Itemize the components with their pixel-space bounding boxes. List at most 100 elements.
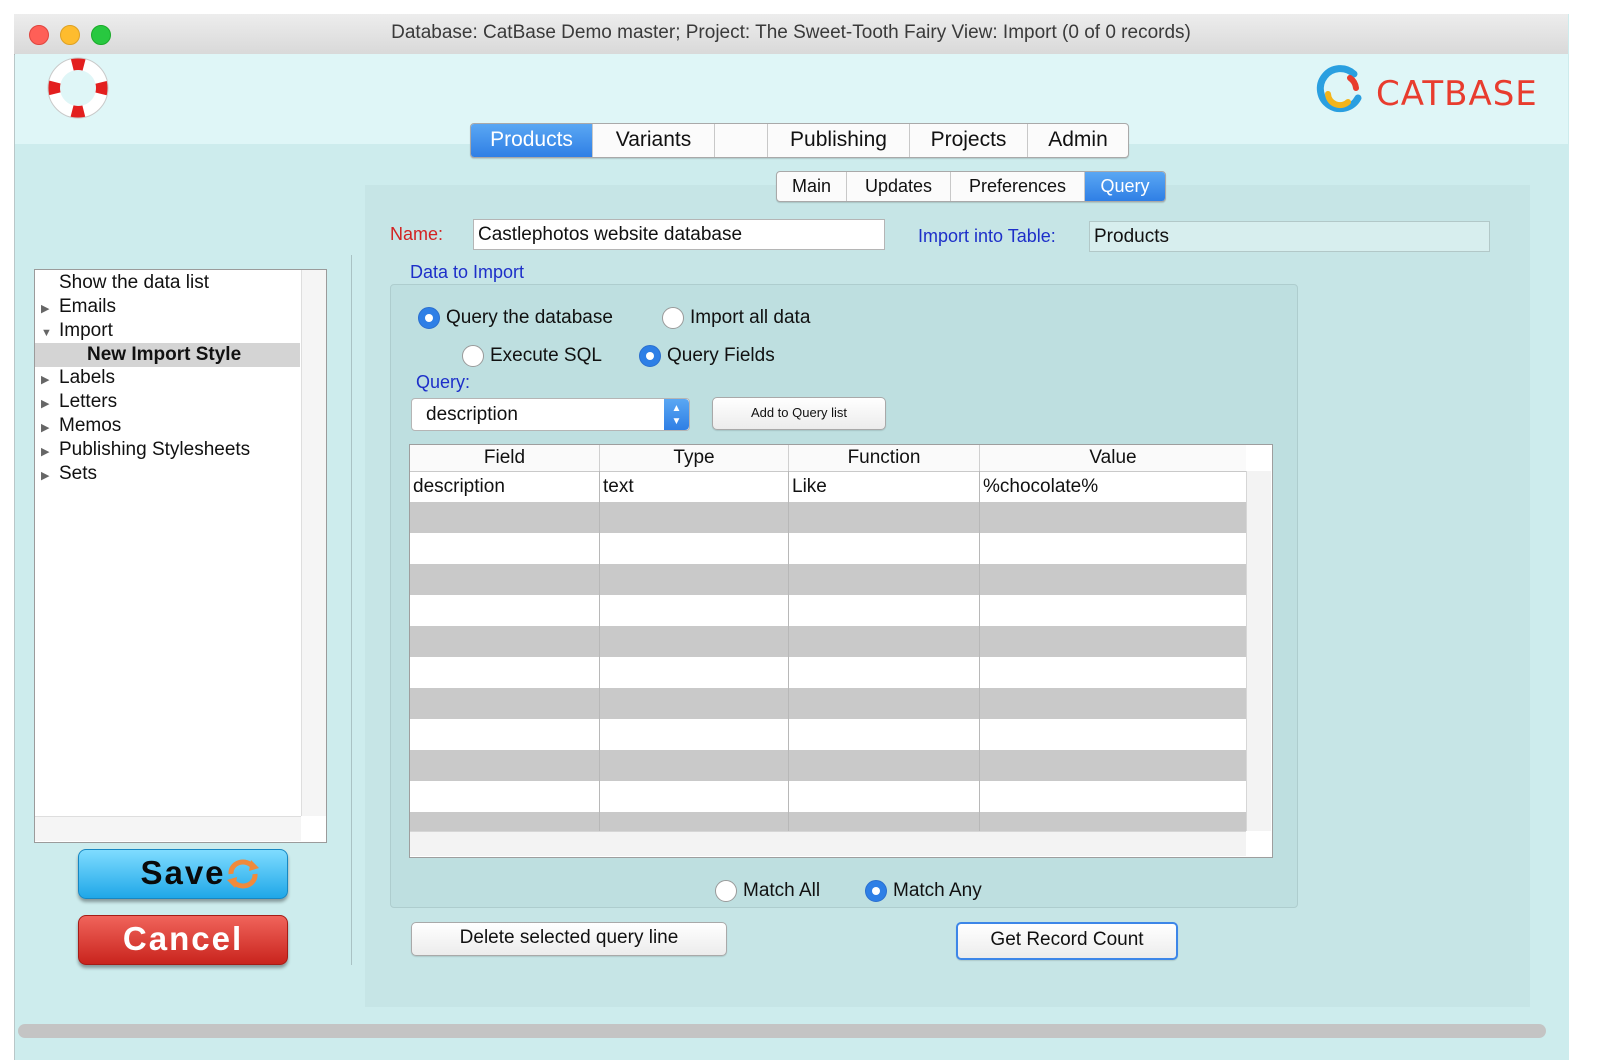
query-table: Field Type Function Value description te…: [409, 444, 1273, 858]
divider: [351, 255, 352, 965]
catbase-logo-text: CATBASE: [1376, 74, 1538, 114]
sidebar-item-label: Publishing Stylesheets: [59, 439, 251, 460]
match-all-radio[interactable]: Match All: [715, 880, 820, 902]
get-record-count-button[interactable]: Get Record Count: [956, 922, 1178, 960]
lifebuoy-help-icon[interactable]: [46, 56, 110, 120]
column-header-value[interactable]: Value: [980, 445, 1246, 471]
sidebar-item-label: Labels: [59, 367, 115, 388]
name-label: Name:: [390, 224, 444, 244]
sidebar-item-label: New Import Style: [87, 344, 242, 365]
import-all-radio[interactable]: Import all data: [662, 307, 810, 329]
table-row[interactable]: [410, 781, 1246, 812]
sidebar-item-publishing-stylesheets[interactable]: ▶ Publishing Stylesheets: [41, 439, 250, 461]
table-row[interactable]: [410, 595, 1246, 626]
window-title: Database: CatBase Demo master; Project: …: [391, 22, 1191, 43]
query-fields-radio[interactable]: Query Fields: [639, 345, 775, 367]
updown-chevron-icon[interactable]: ▲ ▼: [664, 399, 689, 430]
radio-dot: [715, 880, 737, 902]
disclosure-triangle-icon[interactable]: ▶: [41, 397, 59, 410]
main-tabbar: Products Variants Publishing Projects Ad…: [470, 123, 1129, 158]
table-row[interactable]: [410, 750, 1246, 781]
execute-sql-radio[interactable]: Execute SQL: [462, 345, 602, 367]
radio-dot: [462, 345, 484, 367]
sidebar-item-new-import-style[interactable]: New Import Style: [87, 344, 241, 366]
column-header-type[interactable]: Type: [600, 445, 789, 471]
radio-dot: [865, 880, 887, 902]
add-to-query-list-button[interactable]: Add to Query list: [712, 397, 886, 430]
delete-query-line-button[interactable]: Delete selected query line: [411, 922, 727, 956]
table-cell: %chocolate%: [983, 476, 1099, 497]
sidebar-item-label: Import: [59, 320, 113, 341]
disclosure-triangle-icon[interactable]: ▶: [41, 469, 59, 482]
query-database-radio[interactable]: Query the database: [418, 307, 613, 329]
cancel-button[interactable]: Cancel: [78, 915, 288, 965]
table-cell: Like: [789, 471, 980, 502]
cancel-button-label: Cancel: [122, 920, 244, 957]
query-table-header: Field Type Function Value: [410, 445, 1246, 472]
table-row[interactable]: [410, 564, 1246, 595]
save-button[interactable]: Save: [78, 849, 288, 899]
sidebar-item-label: Memos: [59, 415, 122, 436]
column-header-field[interactable]: Field: [410, 445, 600, 471]
radio-label: Match All: [743, 880, 821, 901]
sidebar-item-labels[interactable]: ▶ Labels: [41, 367, 115, 389]
tab-products[interactable]: Products: [471, 124, 593, 157]
table-row[interactable]: [410, 502, 1246, 533]
sidebar-item-emails[interactable]: ▶ Emails: [41, 296, 116, 318]
subtab-updates[interactable]: Updates: [847, 172, 951, 201]
sidebar-horizontal-scrollbar[interactable]: [35, 816, 301, 841]
import-into-label: Import into Table:: [918, 226, 1056, 246]
table-row[interactable]: description text Like %chocolate%: [410, 471, 1246, 502]
sidebar-item-memos[interactable]: ▶ Memos: [41, 415, 121, 437]
tab-admin[interactable]: Admin: [1028, 124, 1128, 157]
table-vertical-scrollbar[interactable]: [1246, 471, 1271, 831]
radio-label: Execute SQL: [490, 345, 602, 366]
subtab-query[interactable]: Query: [1085, 172, 1165, 201]
sub-tabbar: Main Updates Preferences Query: [776, 171, 1166, 202]
match-any-radio[interactable]: Match Any: [865, 880, 982, 902]
table-row[interactable]: [410, 719, 1246, 750]
sidebar-vertical-scrollbar[interactable]: [301, 270, 326, 816]
query-field-select[interactable]: description: [411, 398, 690, 431]
column-header-function[interactable]: Function: [789, 445, 980, 471]
table-horizontal-scrollbar[interactable]: [410, 831, 1246, 856]
disclosure-triangle-icon[interactable]: ▶: [41, 302, 59, 315]
sidebar-item-show-data-list[interactable]: Show the data list: [41, 272, 209, 294]
sidebar-item-label: Show the data list: [59, 272, 209, 293]
table-row[interactable]: [410, 626, 1246, 657]
disclosure-triangle-icon[interactable]: ▶: [41, 373, 59, 386]
table-cell: description: [410, 471, 600, 502]
window-horizontal-scrollbar[interactable]: [18, 1024, 1546, 1038]
table-cell: text: [600, 471, 789, 502]
sidebar-list: Show the data list ▶ Emails ▼ Import New I…: [34, 269, 327, 843]
query-label: Query:: [416, 372, 471, 392]
sidebar-item-import[interactable]: ▼ Import: [41, 320, 113, 342]
tab-variants[interactable]: Variants: [593, 124, 715, 157]
subtab-main[interactable]: Main: [777, 172, 847, 201]
table-row[interactable]: [410, 657, 1246, 688]
sidebar-item-sets[interactable]: ▶ Sets: [41, 463, 97, 485]
radio-dot: [662, 307, 684, 329]
radio-label: Query Fields: [667, 345, 775, 366]
tab-publishing[interactable]: Publishing: [768, 124, 910, 157]
name-field[interactable]: Castlephotos website database: [473, 219, 885, 250]
radio-dot: [418, 307, 440, 329]
catbase-logo-icon: [1316, 65, 1362, 113]
import-into-table-field: Products: [1089, 221, 1490, 252]
subtab-preferences[interactable]: Preferences: [951, 172, 1085, 201]
tab-projects[interactable]: Projects: [910, 124, 1028, 157]
radio-label: Import all data: [690, 307, 811, 328]
refresh-icon: [227, 859, 259, 889]
radio-label: Match Any: [893, 880, 982, 901]
tab-blank[interactable]: [715, 124, 768, 157]
disclosure-triangle-icon[interactable]: ▶: [41, 445, 59, 458]
sidebar-item-label: Emails: [59, 296, 117, 317]
table-row[interactable]: [410, 688, 1246, 719]
disclosure-triangle-icon[interactable]: ▼: [41, 327, 59, 339]
data-to-import-label: Data to Import: [410, 262, 525, 282]
table-row[interactable]: [410, 533, 1246, 564]
disclosure-triangle-icon[interactable]: ▶: [41, 421, 59, 434]
table-row[interactable]: [410, 812, 1246, 831]
radio-dot: [639, 345, 661, 367]
sidebar-item-letters[interactable]: ▶ Letters: [41, 391, 117, 413]
